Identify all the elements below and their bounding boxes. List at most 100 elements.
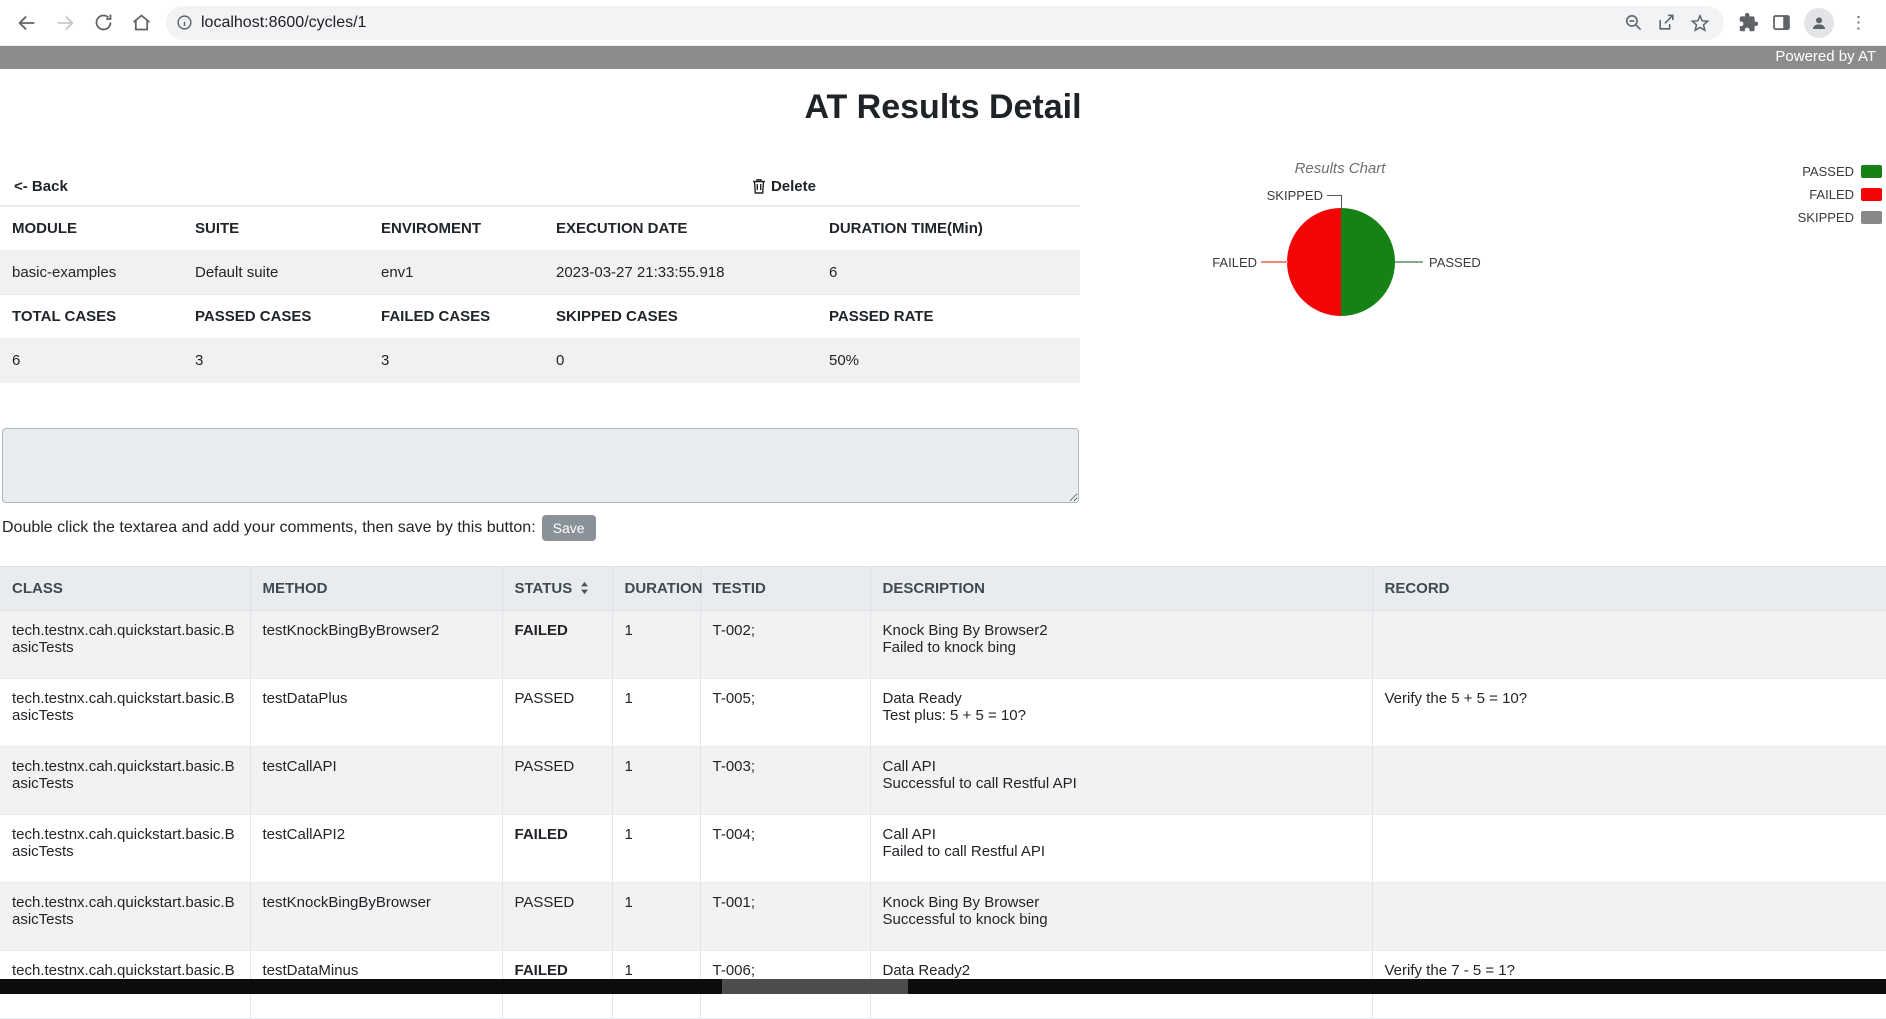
cell-status: FAILED <box>502 814 612 882</box>
pie-chart <box>1287 208 1395 316</box>
address-bar[interactable]: localhost:8600/cycles/1 <box>166 6 1724 40</box>
forward-nav-icon[interactable] <box>46 4 84 42</box>
column-header-label: METHOD <box>263 580 328 597</box>
chrome-menu-icon[interactable]: ⋮ <box>1846 14 1871 31</box>
legend-swatch <box>1861 165 1882 178</box>
results-table: CLASSMETHODSTATUSDURATIONTESTIDDESCRIPTI… <box>0 566 1886 1019</box>
back-nav-icon[interactable] <box>8 4 46 42</box>
summary-stats-value-row: 633050% <box>0 339 1080 383</box>
cell-description: Call API Failed to call Restful API <box>870 814 1372 882</box>
summary-value-cell: 3 <box>369 339 544 383</box>
summary-value-cell: 2023-03-27 21:33:55.918 <box>544 251 817 295</box>
home-icon[interactable] <box>122 4 160 42</box>
summary-header-cell: DURATION TIME(Min) <box>817 207 1080 251</box>
results-column-header-record: RECORD <box>1372 566 1886 610</box>
summary-value-cell: 6 <box>0 339 183 383</box>
results-column-header-method: METHOD <box>250 566 502 610</box>
summary-value-cell: 3 <box>183 339 369 383</box>
results-column-header-testid: TESTID <box>700 566 870 610</box>
reload-icon[interactable] <box>84 4 122 42</box>
callout-line <box>1327 195 1341 196</box>
save-button[interactable]: Save <box>542 515 596 541</box>
summary-header-cell: SUITE <box>183 207 369 251</box>
column-header-label: CLASS <box>12 580 63 597</box>
cell-record <box>1372 882 1886 950</box>
result-row: tech.testnx.cah.quickstart.basic.BasicTe… <box>0 746 1886 814</box>
cell-class: tech.testnx.cah.quickstart.basic.BasicTe… <box>0 814 250 882</box>
chart-title: Results Chart <box>1240 160 1440 177</box>
summary-stats-header-row: TOTAL CASESPASSED CASESFAILED CASESSKIPP… <box>0 295 1080 339</box>
page-title: AT Results Detail <box>0 85 1886 129</box>
summary-header-cell: PASSED CASES <box>183 295 369 339</box>
summary-value-cell: 0 <box>544 339 817 383</box>
pie-callout-skipped: SKIPPED <box>1223 188 1323 203</box>
cell-class: tech.testnx.cah.quickstart.basic.BasicTe… <box>0 678 250 746</box>
bookmark-star-icon[interactable] <box>1690 13 1710 33</box>
cell-record <box>1372 610 1886 678</box>
callout-line <box>1261 261 1288 263</box>
cell-description: Knock Bing By Browser Successful to knoc… <box>870 882 1372 950</box>
site-info-icon[interactable] <box>176 14 193 31</box>
cell-record <box>1372 814 1886 882</box>
results-chart: Results Chart PASSED FAILED SKIPPED SKIPPE… <box>1180 155 1882 405</box>
legend-label: SKIPPED <box>1798 210 1854 225</box>
zoom-icon[interactable] <box>1624 13 1643 32</box>
summary-value-cell: basic-examples <box>0 251 183 295</box>
summary-header-cell: PASSED RATE <box>817 295 1080 339</box>
summary-header-cell: SKIPPED CASES <box>544 295 817 339</box>
cell-method: testKnockBingByBrowser2 <box>250 610 502 678</box>
cell-method: testKnockBingByBrowser <box>250 882 502 950</box>
save-hint-text: Double click the textarea and add your c… <box>2 519 536 537</box>
url-text[interactable]: localhost:8600/cycles/1 <box>201 14 1624 32</box>
profile-avatar[interactable] <box>1804 8 1834 38</box>
back-link[interactable]: <- Back <box>14 178 68 195</box>
person-icon <box>1810 14 1828 32</box>
callout-line <box>1395 261 1423 263</box>
column-header-label: STATUS <box>515 580 573 597</box>
legend-item-passed[interactable]: PASSED <box>1798 160 1882 183</box>
results-header-row: CLASSMETHODSTATUSDURATIONTESTIDDESCRIPTI… <box>0 566 1886 610</box>
share-icon[interactable] <box>1657 13 1676 32</box>
column-header-label: TESTID <box>713 580 766 597</box>
summary-header-cell: FAILED CASES <box>369 295 544 339</box>
cell-method: testDataPlus <box>250 678 502 746</box>
pie-callout-failed: FAILED <box>1180 255 1257 270</box>
cell-testid: T-003; <box>700 746 870 814</box>
cell-duration: 1 <box>612 746 700 814</box>
browser-toolbar: localhost:8600/cycles/1 ⋮ <box>0 0 1886 46</box>
results-column-header-class: CLASS <box>0 566 250 610</box>
cell-status: PASSED <box>502 746 612 814</box>
column-header-label: RECORD <box>1385 580 1450 597</box>
legend-label: FAILED <box>1809 187 1854 202</box>
callout-line <box>1341 195 1342 209</box>
legend-item-skipped[interactable]: SKIPPED <box>1798 206 1882 229</box>
taskbar-segment <box>722 979 908 994</box>
cell-description: Knock Bing By Browser2 Failed to knock b… <box>870 610 1372 678</box>
cell-record: Verify the 5 + 5 = 10? <box>1372 678 1886 746</box>
legend-item-failed[interactable]: FAILED <box>1798 183 1882 206</box>
extensions-icon[interactable] <box>1738 12 1759 33</box>
summary-value-cell: Default suite <box>183 251 369 295</box>
trash-icon <box>752 178 766 194</box>
cell-class: tech.testnx.cah.quickstart.basic.BasicTe… <box>0 882 250 950</box>
delete-button[interactable]: Delete <box>752 178 816 195</box>
sort-icon[interactable] <box>580 581 589 595</box>
results-column-header-duration: DURATION <box>612 566 700 610</box>
cell-duration: 1 <box>612 882 700 950</box>
cell-record <box>1372 746 1886 814</box>
side-panel-icon[interactable] <box>1771 12 1792 33</box>
cell-testid: T-005; <box>700 678 870 746</box>
cell-duration: 1 <box>612 610 700 678</box>
pie-callout-passed: PASSED <box>1429 255 1481 270</box>
summary-value-cell: 50% <box>817 339 1080 383</box>
result-row: tech.testnx.cah.quickstart.basic.BasicTe… <box>0 610 1886 678</box>
delete-label: Delete <box>771 178 816 195</box>
summary-table: MODULESUITEENVIROMENTEXECUTION DATEDURAT… <box>0 206 1080 383</box>
cell-testid: T-001; <box>700 882 870 950</box>
cell-method: testCallAPI2 <box>250 814 502 882</box>
result-row: tech.testnx.cah.quickstart.basic.BasicTe… <box>0 882 1886 950</box>
cell-class: tech.testnx.cah.quickstart.basic.BasicTe… <box>0 746 250 814</box>
results-column-header-status[interactable]: STATUS <box>502 566 612 610</box>
powered-by-banner: Powered by AT <box>0 46 1886 69</box>
comments-textarea[interactable] <box>2 428 1079 503</box>
